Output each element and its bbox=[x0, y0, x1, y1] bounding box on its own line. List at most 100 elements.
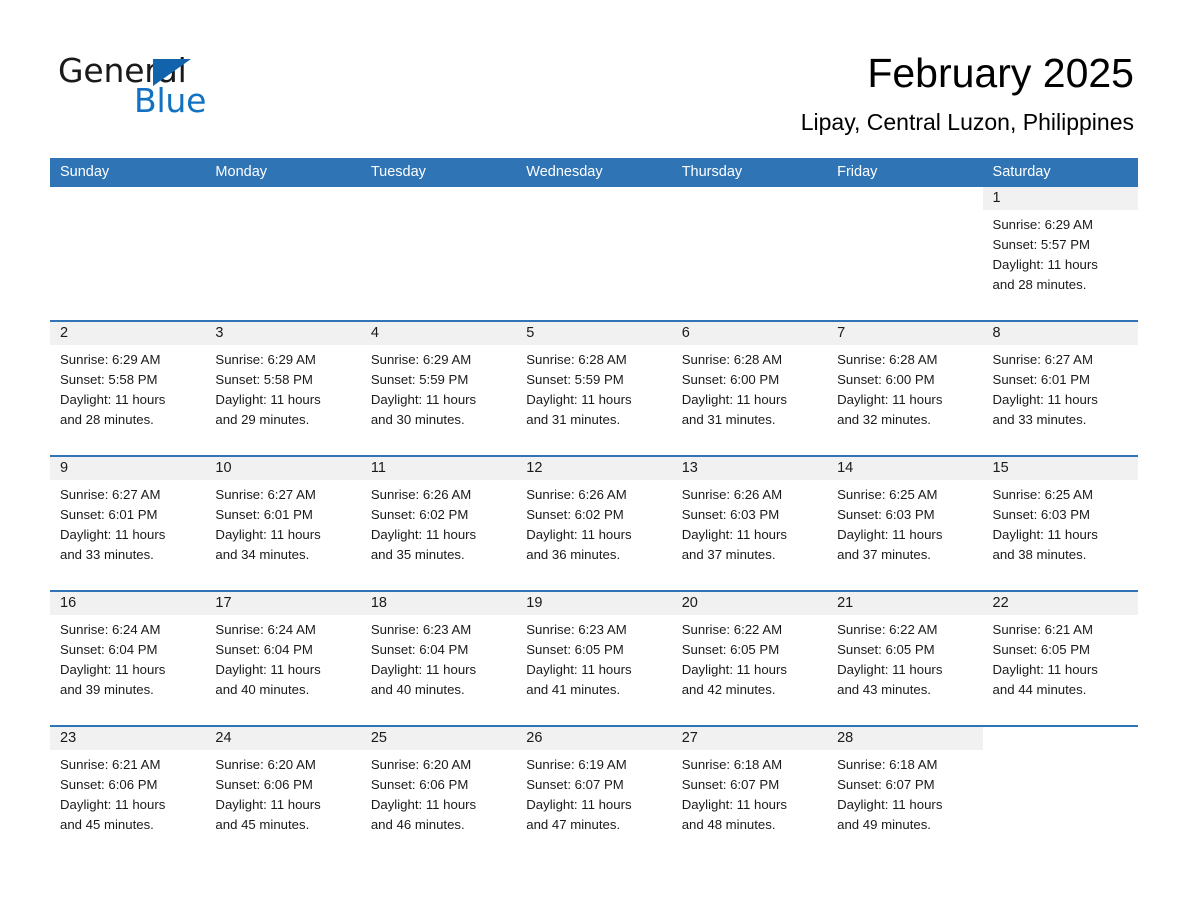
daylight-text: and 30 minutes. bbox=[370, 412, 465, 427]
sunset-text: Sunset: 5:58 PM bbox=[60, 372, 158, 387]
daylight-text: Daylight: 11 hours bbox=[526, 392, 632, 407]
calendar-empty-cell bbox=[50, 187, 206, 320]
calendar-day-cell[interactable]: 23 Sunrise: 6:21 AM Sunset: 6:06 PM Dayligh… bbox=[50, 727, 206, 860]
day-details bbox=[672, 210, 827, 215]
daylight-text: and 29 minutes. bbox=[215, 412, 310, 427]
sunrise-text: Sunrise: 6:22 AM bbox=[837, 622, 938, 637]
sunrise-text: Sunrise: 6:19 AM bbox=[526, 757, 627, 772]
calendar-day-cell[interactable]: 6 Sunrise: 6:28 AM Sunset: 6:00 PM Daylight… bbox=[671, 322, 828, 455]
generalblue-logo: General Blue bbox=[58, 52, 298, 120]
daylight-text: Daylight: 11 hours bbox=[992, 527, 1098, 542]
calendar-day-cell[interactable]: 8 Sunrise: 6:27 AM Sunset: 6:01 PM Daylight… bbox=[982, 322, 1138, 455]
day-number: 11 bbox=[370, 460, 386, 476]
sunset-text: Sunset: 5:58 PM bbox=[215, 372, 313, 387]
calendar-day-cell[interactable]: 26 Sunrise: 6:19 AM Sunset: 6:07 PM Dayligh… bbox=[516, 727, 672, 860]
weekday-header-friday: Friday bbox=[837, 164, 878, 180]
daylight-text: and 48 minutes. bbox=[681, 817, 776, 832]
day-details: Sunrise: 6:20 AM Sunset: 6:06 PM Daylight:… bbox=[361, 750, 516, 835]
day-number-band bbox=[205, 187, 360, 210]
day-details: Sunrise: 6:28 AM Sunset: 6:00 PM Daylight:… bbox=[827, 345, 982, 430]
sunset-text: Sunset: 5:59 PM bbox=[526, 372, 624, 387]
sunrise-text: Sunrise: 6:28 AM bbox=[526, 352, 627, 367]
day-details: Sunrise: 6:28 AM Sunset: 6:00 PM Daylight:… bbox=[672, 345, 827, 430]
daylight-text: and 37 minutes. bbox=[681, 547, 776, 562]
day-number-band bbox=[516, 187, 671, 210]
calendar-day-cell[interactable]: 27 Sunrise: 6:18 AM Sunset: 6:07 PM Dayligh… bbox=[671, 727, 828, 860]
calendar-day-cell[interactable]: 20 Sunrise: 6:22 AM Sunset: 6:05 PM Dayligh… bbox=[671, 592, 828, 725]
calendar-day-cell[interactable]: 1 Sunrise: 6:29 AM Sunset: 5:57 PM Daylight… bbox=[982, 187, 1138, 320]
calendar-day-cell[interactable]: 5 Sunrise: 6:28 AM Sunset: 5:59 PM Daylight… bbox=[516, 322, 672, 455]
sunrise-text: Sunrise: 6:29 AM bbox=[60, 352, 161, 367]
sunset-text: Sunset: 6:02 PM bbox=[370, 507, 469, 522]
calendar-day-cell[interactable]: 2 Sunrise: 6:29 AM Sunset: 5:58 PM Daylight… bbox=[50, 322, 206, 455]
daylight-text: Daylight: 11 hours bbox=[215, 392, 321, 407]
sunset-text: Sunset: 6:05 PM bbox=[992, 642, 1091, 657]
day-details: Sunrise: 6:26 AM Sunset: 6:02 PM Daylight:… bbox=[361, 480, 516, 565]
day-number-band: 23 bbox=[50, 727, 206, 750]
weekday-header-thursday: Thursday bbox=[681, 164, 743, 180]
sunset-text: Sunset: 5:57 PM bbox=[992, 237, 1091, 252]
daylight-text: and 42 minutes. bbox=[681, 682, 776, 697]
day-number-band: 10 bbox=[205, 457, 361, 480]
page-header: General Blue February 2025 Lipay, Centra… bbox=[0, 0, 1188, 150]
day-number-band: 22 bbox=[982, 592, 1138, 615]
calendar-day-cell[interactable]: 25 Sunrise: 6:20 AM Sunset: 6:06 PM Dayligh… bbox=[360, 727, 517, 860]
day-number: 18 bbox=[370, 595, 387, 611]
calendar-day-cell[interactable]: 11 Sunrise: 6:26 AM Sunset: 6:02 PM Dayligh… bbox=[360, 457, 517, 590]
sunset-text: Sunset: 6:07 PM bbox=[681, 777, 780, 792]
daylight-text: Daylight: 11 hours bbox=[992, 257, 1098, 272]
daylight-text: Daylight: 11 hours bbox=[681, 797, 787, 812]
daylight-text: Daylight: 11 hours bbox=[526, 797, 632, 812]
calendar-day-cell[interactable]: 22 Sunrise: 6:21 AM Sunset: 6:05 PM Dayligh… bbox=[982, 592, 1138, 725]
calendar-day-cell[interactable]: 3 Sunrise: 6:29 AM Sunset: 5:58 PM Daylight… bbox=[205, 322, 361, 455]
daylight-text: and 45 minutes. bbox=[60, 817, 154, 832]
logo-text-blue: Blue bbox=[134, 81, 207, 120]
day-number-band: 8 bbox=[982, 322, 1138, 345]
day-number: 6 bbox=[681, 325, 690, 341]
sunrise-text: Sunrise: 6:23 AM bbox=[370, 622, 472, 637]
calendar-day-cell[interactable]: 13 Sunrise: 6:26 AM Sunset: 6:03 PM Dayligh… bbox=[671, 457, 828, 590]
daylight-text: Daylight: 11 hours bbox=[370, 527, 477, 542]
day-number: 1 bbox=[992, 190, 1001, 206]
sunrise-text: Sunrise: 6:18 AM bbox=[837, 757, 938, 772]
calendar-day-cell[interactable]: 24 Sunrise: 6:20 AM Sunset: 6:06 PM Dayligh… bbox=[205, 727, 361, 860]
sunrise-text: Sunrise: 6:25 AM bbox=[837, 487, 938, 502]
day-number: 16 bbox=[60, 595, 77, 611]
calendar-day-cell[interactable]: 12 Sunrise: 6:26 AM Sunset: 6:02 PM Dayligh… bbox=[516, 457, 672, 590]
day-number-band bbox=[672, 187, 827, 210]
day-details bbox=[361, 210, 516, 215]
day-number-band: 14 bbox=[827, 457, 983, 480]
day-details: Sunrise: 6:21 AM Sunset: 6:06 PM Daylight:… bbox=[50, 750, 205, 835]
calendar-day-cell[interactable]: 4 Sunrise: 6:29 AM Sunset: 5:59 PM Daylight… bbox=[360, 322, 517, 455]
calendar-day-cell[interactable]: 18 Sunrise: 6:23 AM Sunset: 6:04 PM Dayligh… bbox=[360, 592, 517, 725]
weekday-header-tuesday: Tuesday bbox=[370, 164, 426, 180]
day-number-band bbox=[50, 187, 205, 210]
day-details: Sunrise: 6:22 AM Sunset: 6:05 PM Daylight:… bbox=[672, 615, 827, 700]
calendar-day-cell[interactable]: 14 Sunrise: 6:25 AM Sunset: 6:03 PM Dayligh… bbox=[827, 457, 983, 590]
calendar-day-cell[interactable]: 10 Sunrise: 6:27 AM Sunset: 6:01 PM Dayligh… bbox=[205, 457, 361, 590]
day-number: 20 bbox=[681, 595, 698, 611]
sunrise-text: Sunrise: 6:26 AM bbox=[370, 487, 472, 502]
day-details: Sunrise: 6:18 AM Sunset: 6:07 PM Daylight:… bbox=[827, 750, 982, 835]
calendar-week-row: 9 Sunrise: 6:27 AM Sunset: 6:01 PM Daylight… bbox=[50, 455, 1138, 590]
day-details: Sunrise: 6:26 AM Sunset: 6:02 PM Daylight:… bbox=[516, 480, 671, 565]
calendar-day-cell[interactable]: 7 Sunrise: 6:28 AM Sunset: 6:00 PM Daylight… bbox=[827, 322, 983, 455]
calendar-day-cell[interactable]: 15 Sunrise: 6:25 AM Sunset: 6:03 PM Dayligh… bbox=[982, 457, 1138, 590]
day-number: 8 bbox=[992, 325, 1001, 341]
calendar-day-cell[interactable]: 21 Sunrise: 6:22 AM Sunset: 6:05 PM Dayligh… bbox=[827, 592, 983, 725]
calendar-day-cell[interactable]: 16 Sunrise: 6:24 AM Sunset: 6:04 PM Dayligh… bbox=[50, 592, 206, 725]
daylight-text: Daylight: 11 hours bbox=[370, 392, 477, 407]
sunrise-text: Sunrise: 6:20 AM bbox=[215, 757, 316, 772]
sunrise-text: Sunrise: 6:20 AM bbox=[370, 757, 472, 772]
calendar-day-cell[interactable]: 9 Sunrise: 6:27 AM Sunset: 6:01 PM Daylight… bbox=[50, 457, 206, 590]
daylight-text: and 44 minutes. bbox=[992, 682, 1087, 697]
day-number: 23 bbox=[60, 730, 77, 746]
calendar-day-cell[interactable]: 17 Sunrise: 6:24 AM Sunset: 6:04 PM Dayligh… bbox=[205, 592, 361, 725]
daylight-text: Daylight: 11 hours bbox=[215, 662, 321, 677]
day-number-band: 5 bbox=[516, 322, 672, 345]
calendar-day-cell[interactable]: 19 Sunrise: 6:23 AM Sunset: 6:05 PM Dayligh… bbox=[516, 592, 672, 725]
daylight-text: Daylight: 11 hours bbox=[837, 392, 943, 407]
sunrise-text: Sunrise: 6:27 AM bbox=[215, 487, 316, 502]
day-number: 7 bbox=[837, 325, 846, 341]
calendar-day-cell[interactable]: 28 Sunrise: 6:18 AM Sunset: 6:07 PM Dayligh… bbox=[827, 727, 983, 860]
